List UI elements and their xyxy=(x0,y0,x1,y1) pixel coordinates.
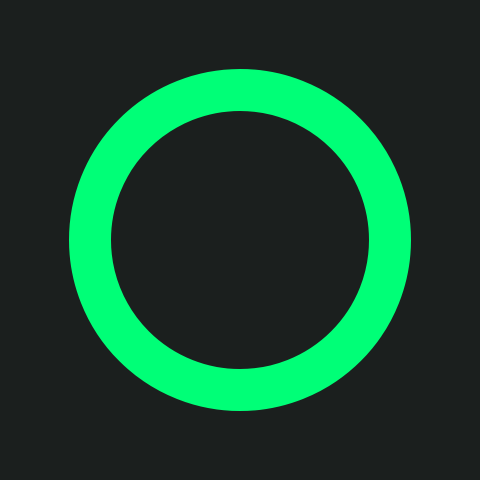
ring-stroke xyxy=(69,69,411,411)
ring-svg xyxy=(69,69,411,411)
ring-icon xyxy=(69,69,411,411)
app-icon-canvas xyxy=(0,0,480,480)
